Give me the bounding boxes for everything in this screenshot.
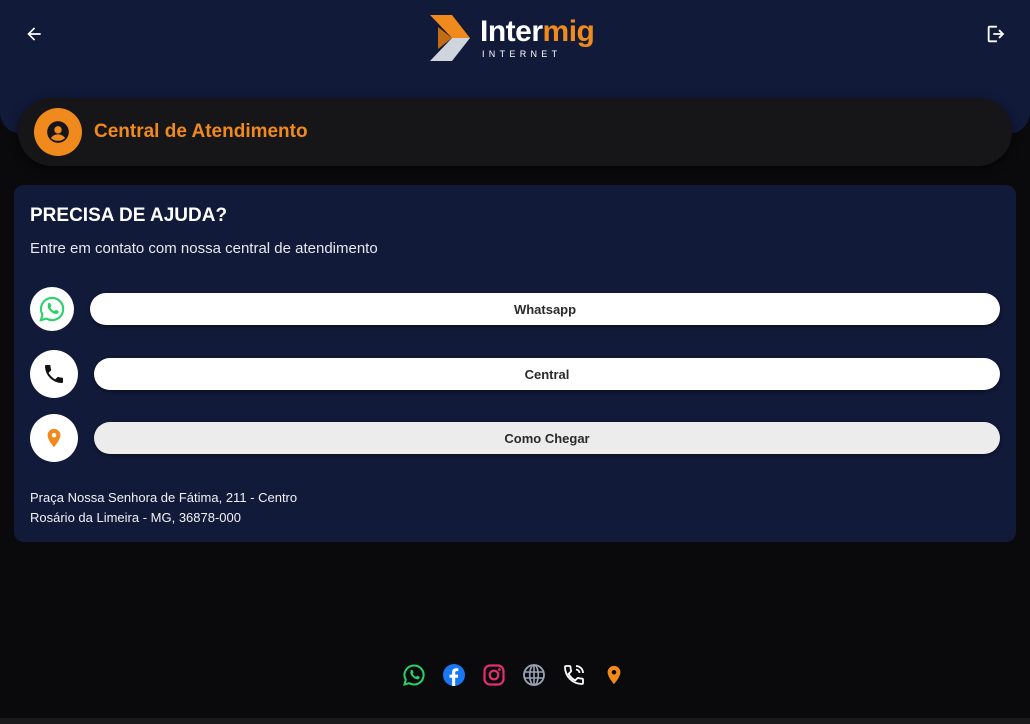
- back-button[interactable]: [20, 20, 48, 48]
- facebook-icon[interactable]: [442, 660, 466, 690]
- map-pin-social-icon[interactable]: [602, 660, 626, 690]
- central-button[interactable]: Central: [94, 358, 1000, 390]
- help-title: PRECISA DE AJUDA?: [30, 205, 228, 226]
- logout-button[interactable]: [982, 20, 1010, 48]
- page-title: Central de Atendimento: [94, 121, 308, 142]
- phone-icon[interactable]: [30, 350, 78, 398]
- address-line-2: Rosário da Limeira - MG, 36878-000: [30, 510, 241, 525]
- account-circle-icon: [34, 108, 82, 156]
- logo-subtitle: INTERNET: [482, 49, 562, 59]
- whatsapp-button[interactable]: Whatsapp: [90, 293, 1000, 325]
- globe-icon[interactable]: [522, 660, 546, 690]
- arrow-left-icon: [27, 27, 41, 41]
- logo-mark-icon: [430, 15, 470, 61]
- directions-row: Como Chegar: [30, 414, 1000, 462]
- whatsapp-icon[interactable]: [30, 287, 74, 331]
- help-card: PRECISA DE AJUDA? Entre em contato com n…: [14, 185, 1016, 542]
- central-row: Central: [30, 350, 1000, 398]
- help-subtitle: Entre em contato com nossa central de at…: [30, 240, 378, 257]
- social-links-bar: [402, 660, 626, 690]
- address: Praça Nossa Senhora de Fátima, 211 - Cen…: [30, 488, 297, 528]
- whatsapp-row: Whatsapp: [30, 287, 1000, 335]
- address-line-1: Praça Nossa Senhora de Fátima, 211 - Cen…: [30, 490, 298, 505]
- map-pin-icon[interactable]: [30, 414, 78, 462]
- logo-text-white: Inter: [480, 15, 543, 48]
- intermig-logo: Intermig INTERNET: [430, 14, 602, 62]
- phone-call-icon[interactable]: [562, 660, 586, 690]
- logout-icon: [987, 25, 1005, 43]
- whatsapp-social-icon[interactable]: [402, 660, 426, 690]
- instagram-icon[interactable]: [482, 660, 506, 690]
- directions-button[interactable]: Como Chegar: [94, 422, 1000, 454]
- bottom-strip: [0, 718, 1030, 724]
- logo-text-orange: mig: [542, 15, 595, 48]
- page-title-card: Central de Atendimento: [18, 98, 1012, 166]
